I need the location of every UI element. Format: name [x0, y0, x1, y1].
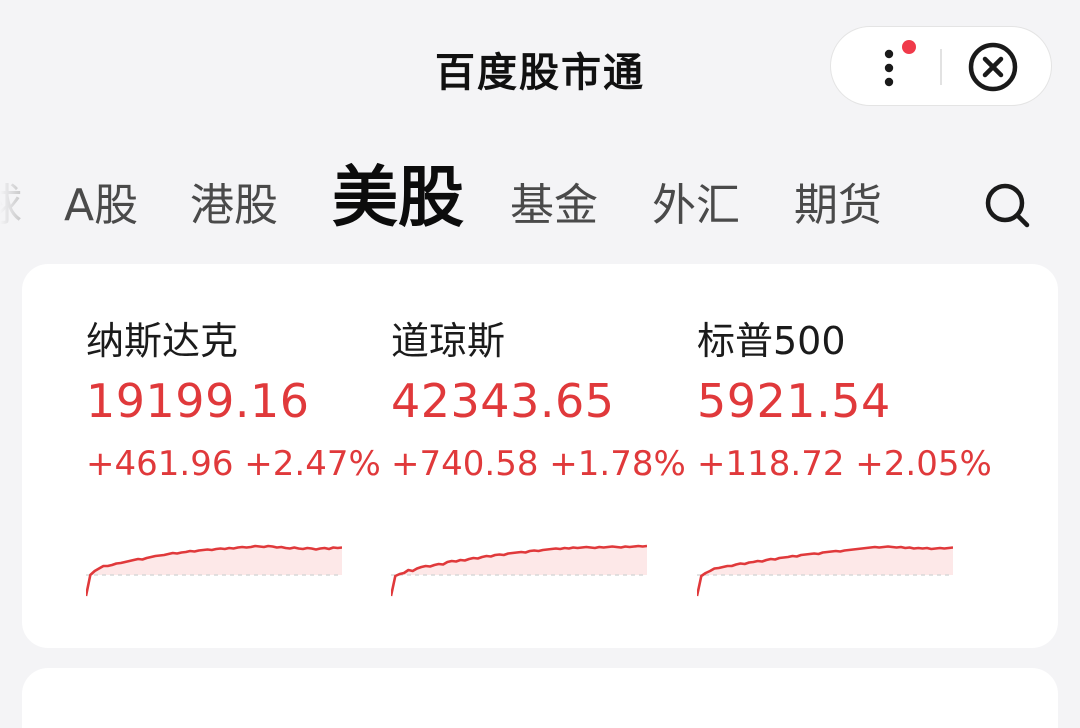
index-item-dow-jones[interactable]: 道琼斯 42343.65 +740.58 +1.78% [391, 264, 701, 648]
market-tabs: 球 A股 港股 美股 基金 外汇 期货 [0, 148, 1080, 258]
index-sparkline [391, 544, 647, 597]
tab-futures[interactable]: 期货 [794, 180, 882, 232]
search-button[interactable] [980, 178, 1034, 232]
index-name: 道琼斯 [391, 319, 506, 363]
index-item-nasdaq[interactable]: 纳斯达克 19199.16 +461.96 +2.47% [86, 264, 396, 648]
tab-forex[interactable]: 外汇 [652, 180, 740, 232]
index-price: 5921.54 [697, 374, 891, 428]
index-price: 42343.65 [391, 374, 615, 428]
tab-funds[interactable]: 基金 [510, 180, 598, 232]
search-icon [985, 183, 1030, 228]
index-sparkline [697, 545, 953, 597]
sparkline-area [391, 546, 647, 575]
index-price: 19199.16 [86, 374, 310, 428]
circle-x-icon [968, 42, 1018, 92]
capsule-divider [940, 49, 942, 85]
tab-us-stocks[interactable]: 美股 [332, 160, 464, 236]
tab-hk-stocks[interactable]: 港股 [190, 180, 278, 232]
index-item-sp500[interactable]: 标普500 5921.54 +118.72 +2.05% [697, 264, 1007, 648]
index-change: +118.72 +2.05% [697, 444, 992, 484]
us-index-card: 纳斯达克 19199.16 +461.96 +2.47% 道琼斯 42343.6… [22, 264, 1058, 648]
index-change: +740.58 +1.78% [391, 444, 686, 484]
tab-a-shares[interactable]: A股 [64, 180, 138, 232]
index-sparkline [86, 544, 342, 597]
vertical-ellipsis-icon [884, 40, 916, 87]
notification-dot [902, 40, 916, 54]
sparkline-area [697, 546, 953, 575]
close-miniprogram-button[interactable] [965, 39, 1021, 95]
index-name: 纳斯达克 [86, 319, 239, 363]
index-change: +461.96 +2.47% [86, 444, 381, 484]
tab-global-partial[interactable]: 球 [0, 180, 22, 232]
index-name: 标普500 [697, 319, 846, 363]
app-header: 百度股市通 [0, 0, 1080, 140]
next-section-card [22, 668, 1058, 728]
tabs-right-fade [890, 148, 960, 258]
more-menu-button[interactable] [861, 37, 921, 97]
miniprogram-capsule [830, 26, 1052, 106]
